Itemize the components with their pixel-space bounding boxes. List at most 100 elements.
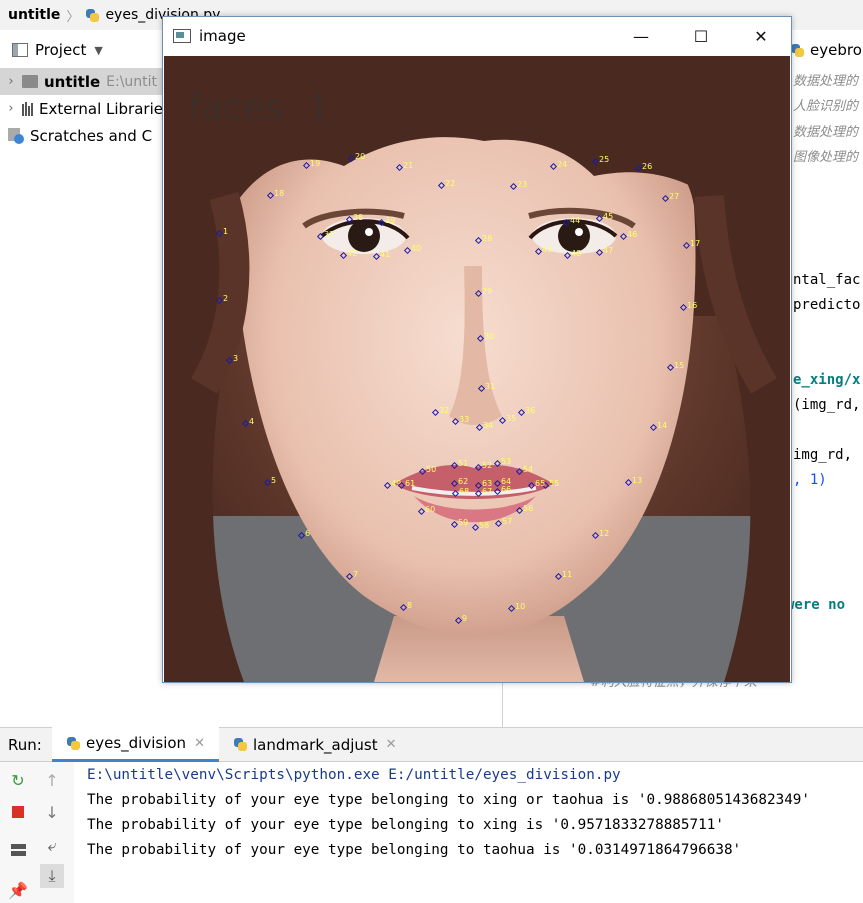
landmark-number: 33	[459, 415, 470, 424]
landmark-number: 15	[674, 361, 685, 370]
scroll-to-end-icon[interactable]: ⤓	[40, 864, 64, 888]
landmark-number: 9	[462, 614, 468, 623]
close-icon[interactable]: ✕	[386, 737, 397, 752]
landmark-number: 34	[483, 421, 494, 430]
landmark-number: 36	[525, 406, 536, 415]
landmark-number: 18	[274, 189, 285, 198]
landmark-number: 58	[479, 521, 490, 530]
faces-count-label: faces: 1	[189, 88, 332, 128]
tree-item-untitle[interactable]: › untitle E:\untit	[0, 68, 168, 95]
landmark-number: 29	[482, 287, 493, 296]
project-panel-title: Project	[35, 41, 87, 59]
tree-item-path: E:\untit	[106, 73, 158, 90]
close-button[interactable]: ✕	[731, 17, 791, 55]
landmark-number: 60	[425, 505, 436, 514]
soft-wrap-icon[interactable]: ⤶	[40, 834, 64, 858]
landmark-number: 50	[426, 465, 437, 474]
landmark-number: 46	[627, 230, 638, 239]
landmark-number: 66	[501, 485, 512, 494]
landmark-number: 61	[405, 479, 416, 488]
editor-tab-label: eyebro	[810, 41, 862, 59]
tree-item-label: Scratches and C	[30, 126, 153, 145]
tree-item-external-libraries[interactable]: › External Librarie	[0, 95, 168, 122]
landmark-number: 8	[407, 601, 413, 610]
tree-item-label: External Librarie	[39, 99, 163, 118]
landmark-number: 65	[535, 479, 546, 488]
run-label: Run:	[8, 735, 42, 754]
code-comment-line: 人脸识别的	[793, 99, 859, 114]
close-icon[interactable]: ✕	[194, 736, 205, 751]
tree-item-scratches[interactable]: Scratches and C	[0, 122, 168, 149]
pin-icon[interactable]: 📌	[6, 878, 30, 902]
run-tab-eyes-division[interactable]: eyes_division ✕	[52, 727, 219, 762]
code-comment-line: 数据处理的	[793, 74, 859, 89]
landmark-number: 1	[223, 227, 229, 236]
stop-icon[interactable]	[6, 800, 30, 824]
console-line: The probability of your eye type belongi…	[87, 817, 724, 833]
landmark-number: 21	[403, 161, 414, 170]
project-panel-header[interactable]: Project ▼	[0, 37, 168, 63]
landmark-number: 35	[506, 414, 517, 423]
console-output[interactable]: E:\untitle\venv\Scripts\python.exe E:/un…	[87, 765, 810, 865]
breadcrumb-project[interactable]: untitle	[8, 7, 60, 23]
minimize-button[interactable]: —	[611, 17, 671, 55]
landmark-number: 52	[482, 461, 493, 470]
landmark-number: 40	[411, 244, 422, 253]
code-line: , 1)	[793, 472, 827, 488]
chevron-down-icon[interactable]: ▼	[94, 44, 102, 57]
project-tree: › untitle E:\untit › External Librarie S…	[0, 68, 168, 149]
landmark-number: 3	[233, 354, 239, 363]
landmark-number: 28	[482, 234, 493, 243]
landmark-number: 68	[459, 487, 470, 496]
landmark-number: 4	[249, 417, 255, 426]
layout-icon[interactable]	[6, 838, 30, 862]
landmark-number: 32	[439, 406, 450, 415]
run-toolbar: Run: eyes_division ✕ landmark_adjust ✕	[0, 727, 863, 762]
landmark-number: 27	[669, 192, 680, 201]
landmark-number: 51	[458, 459, 469, 468]
editor-tab[interactable]: eyebro	[790, 37, 862, 63]
landmark-number: 13	[632, 476, 643, 485]
landmark-number: 20	[355, 152, 366, 161]
landmark-number: 47	[603, 246, 614, 255]
landmark-number: 30	[484, 332, 495, 341]
landmark-number: 31	[485, 382, 496, 391]
run-tab-landmark-adjust[interactable]: landmark_adjust ✕	[219, 727, 411, 762]
tree-item-label: untitle	[44, 72, 101, 91]
library-icon	[22, 101, 33, 116]
landmark-number: 25	[599, 155, 610, 164]
landmark-number: 39	[385, 216, 396, 225]
python-file-icon	[790, 43, 805, 58]
landmark-number: 42	[347, 249, 358, 258]
landmark-number: 6	[305, 529, 311, 538]
landmark-number: 23	[517, 180, 528, 189]
landmark-number: 62	[458, 477, 469, 486]
landmark-number: 67	[482, 487, 493, 496]
landmark-number: 14	[657, 421, 668, 430]
landmark-number: 11	[562, 570, 573, 579]
landmark-number: 45	[603, 212, 614, 221]
rerun-icon[interactable]: ↻	[6, 768, 30, 792]
chevron-right-icon[interactable]: ›	[0, 74, 22, 89]
window-title: image	[199, 27, 246, 45]
arrow-up-icon[interactable]: ↑	[40, 768, 64, 792]
landmark-number: 26	[642, 162, 653, 171]
code-line: were no	[786, 597, 846, 613]
landmark-number: 24	[557, 160, 568, 169]
python-file-icon	[85, 8, 100, 23]
run-tab-label: landmark_adjust	[252, 735, 378, 754]
maximize-button[interactable]: ☐	[671, 17, 731, 55]
landmark-number: 19	[310, 159, 321, 168]
chevron-right-icon[interactable]: ›	[0, 101, 22, 116]
landmark-number: 22	[445, 179, 456, 188]
folder-icon	[22, 75, 38, 88]
landmark-number: 56	[523, 504, 534, 513]
landmark-number: 41	[380, 250, 391, 259]
run-side-toolbar: ↻ ↑ ↓ ⤶ ⤓ 📌	[0, 762, 74, 903]
image-window[interactable]: image — ☐ ✕ faces: 1 1 2 3 4 5 6 7 8 9 1…	[162, 16, 792, 683]
breadcrumb-separator-icon: 〉	[66, 9, 80, 25]
window-app-icon	[173, 29, 191, 43]
arrow-down-icon[interactable]: ↓	[40, 800, 64, 824]
console-line: E:\untitle\venv\Scripts\python.exe E:/un…	[87, 767, 621, 783]
landmark-number: 57	[502, 517, 513, 526]
